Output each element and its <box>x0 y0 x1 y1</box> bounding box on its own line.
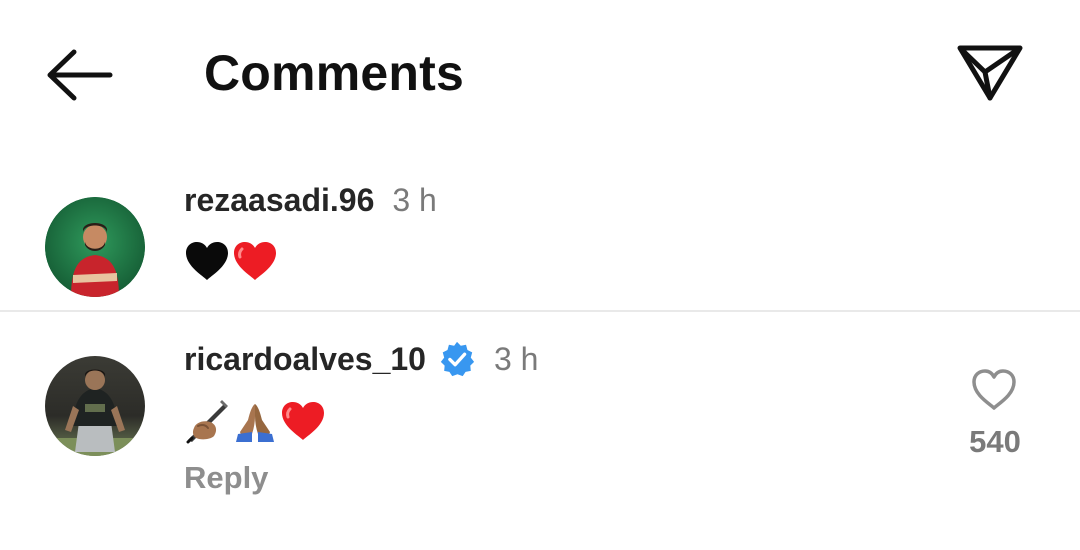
like-button[interactable] <box>970 368 1018 412</box>
black-heart-emoji <box>186 242 228 280</box>
comment-meta: rezaasadi.96 3 h <box>184 182 437 219</box>
red-heart-emoji <box>282 402 324 440</box>
reply-button[interactable]: Reply <box>184 460 268 496</box>
timestamp: 3 h <box>493 340 539 377</box>
page-title: Comments <box>204 45 464 101</box>
avatar[interactable] <box>45 356 145 456</box>
username[interactable]: rezaasadi.96 <box>184 182 374 219</box>
back-button[interactable] <box>40 40 120 110</box>
avatar[interactable] <box>45 197 145 297</box>
paper-plane-icon <box>957 45 1023 101</box>
like-count: 540 <box>969 424 1021 459</box>
red-heart-emoji <box>234 242 276 280</box>
writing-hand-emoji <box>186 400 228 444</box>
username[interactable]: ricardoalves_10 <box>184 341 426 378</box>
share-button[interactable] <box>950 36 1030 112</box>
arrow-left-icon <box>47 49 113 101</box>
comment-text <box>184 240 278 282</box>
heart-outline-icon <box>972 369 1016 410</box>
comment-item: ricardoalves_10 3 h Reply 540 <box>0 312 1080 550</box>
avatar-image <box>45 197 145 297</box>
folded-hands-emoji <box>236 404 274 442</box>
comment-text <box>184 398 326 444</box>
avatar-image <box>45 356 145 456</box>
timestamp: 3 h <box>392 182 437 218</box>
comment-meta: ricardoalves_10 3 h <box>184 340 538 378</box>
comment-item: rezaasadi.96 3 h <box>0 170 1080 310</box>
verified-badge-icon <box>440 341 475 377</box>
comments-header: Comments <box>0 0 1080 150</box>
